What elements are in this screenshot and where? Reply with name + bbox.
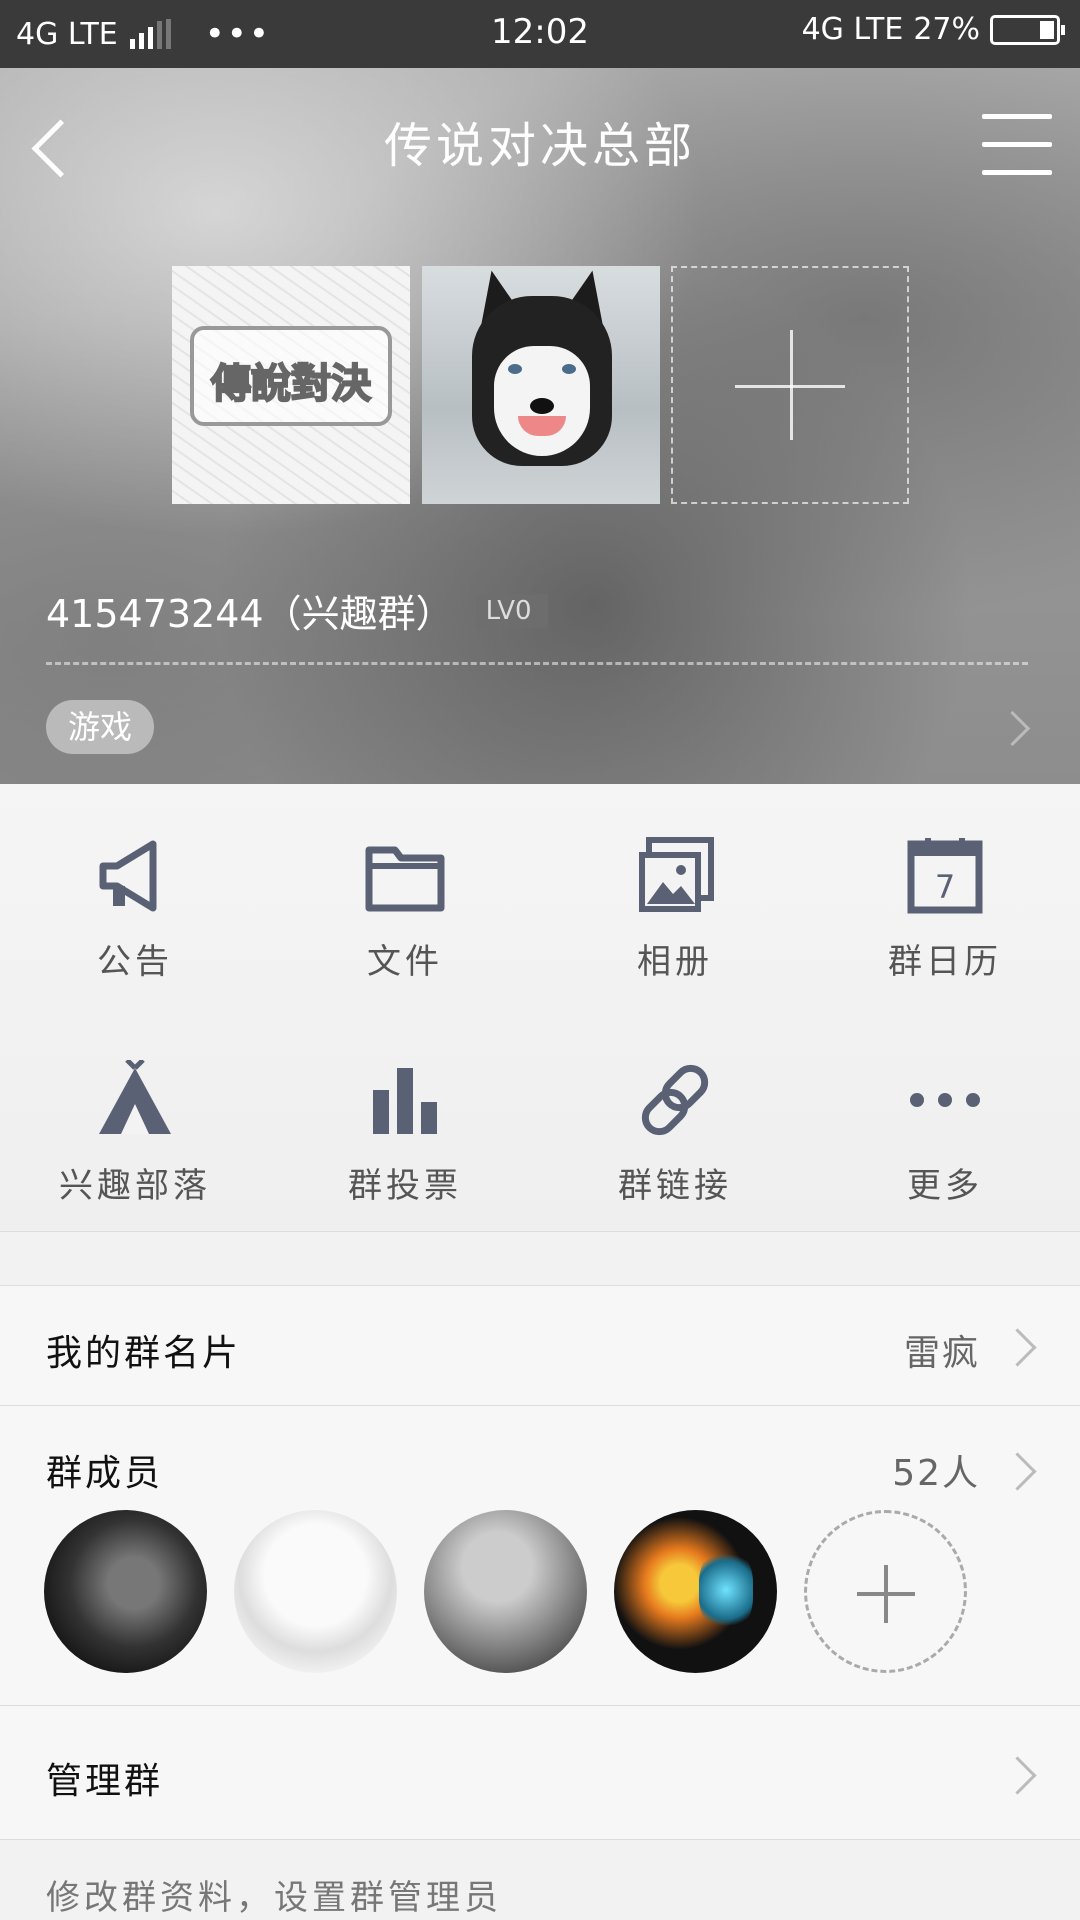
dog-eye-right <box>562 364 576 374</box>
section-gap <box>0 1232 1080 1286</box>
avatar[interactable] <box>424 1510 587 1673</box>
row-title: 管理群 <box>46 1761 164 1802</box>
chevron-right-icon <box>1000 1754 1040 1794</box>
folder-icon <box>365 846 445 912</box>
more-icon <box>910 1093 980 1107</box>
level-badge: LV0 <box>475 593 548 628</box>
photo-logo-text: 傳說對決 <box>210 359 372 408</box>
tent-icon <box>99 1060 171 1134</box>
grid-item-tribe[interactable]: 兴趣部落 <box>0 1008 270 1208</box>
grid-label: 更多 <box>907 1166 983 1206</box>
row-title: 我的群名片 <box>46 1333 242 1374</box>
link-icon <box>641 1064 709 1136</box>
row-manage[interactable]: 管理群 <box>0 1706 1080 1840</box>
page-title: 传说对决总部 <box>383 118 696 174</box>
bar-chart-icon <box>373 1068 437 1134</box>
grid-label: 相册 <box>637 942 713 982</box>
avatar[interactable] <box>44 1510 207 1673</box>
group-id-line: 415473244（兴趣群） LV0 <box>46 583 548 638</box>
grid-label: 群链接 <box>618 1166 732 1206</box>
grid-label: 兴趣部落 <box>59 1166 211 1206</box>
menu-button[interactable] <box>982 114 1052 176</box>
dashed-divider <box>46 662 1028 665</box>
avatar[interactable] <box>234 1510 397 1673</box>
group-photo-1[interactable]: 傳說對決 <box>172 266 410 504</box>
grid-label: 公告 <box>97 942 173 982</box>
album-icon <box>639 837 714 912</box>
battery-icon <box>990 14 1065 45</box>
megaphone-icon <box>99 840 157 912</box>
grid-label: 文件 <box>367 942 443 982</box>
dog-nose <box>530 398 554 414</box>
network-label-right: 4G LTE <box>801 12 904 47</box>
battery-percent: 27% <box>913 12 980 47</box>
grid-item-link[interactable]: 群链接 <box>540 1008 810 1208</box>
grid-item-album[interactable]: 相册 <box>540 784 810 984</box>
add-photo-button[interactable] <box>671 266 909 504</box>
row-my-card[interactable]: 我的群名片 雷疯 <box>0 1286 1080 1406</box>
category-tag[interactable]: 游戏 <box>46 700 155 754</box>
grid-label: 群投票 <box>348 1166 462 1206</box>
calendar-icon: 7 <box>907 838 983 914</box>
grid-item-files[interactable]: 文件 <box>270 784 540 984</box>
manage-hint: 修改群资料，设置群管理员 <box>46 1878 502 1918</box>
feature-grid: 公告 文件 相册 7 群日历 兴趣部落 群投票 群链接 更多 <box>0 784 1080 1232</box>
grid-item-vote[interactable]: 群投票 <box>270 1008 540 1208</box>
dog-eye-left <box>508 364 522 374</box>
member-count: 52人 <box>892 1453 980 1494</box>
status-right: 4G LTE 27% <box>801 12 1065 47</box>
row-title: 群成员 <box>46 1453 164 1494</box>
add-member-button[interactable] <box>804 1510 967 1673</box>
grid-item-announcement[interactable]: 公告 <box>0 784 270 984</box>
group-id: 415473244（兴趣群） <box>46 592 454 636</box>
avatar[interactable] <box>614 1510 777 1673</box>
calendar-day: 7 <box>935 868 955 906</box>
grid-item-calendar[interactable]: 7 群日历 <box>810 784 1080 984</box>
grid-item-more[interactable]: 更多 <box>810 1008 1080 1208</box>
grid-label: 群日历 <box>888 942 1002 982</box>
group-header: 传说对决总部 傳說對決 415473244（兴趣群） LV0 游戏 <box>0 68 1080 784</box>
chevron-right-icon[interactable] <box>994 708 1034 748</box>
chevron-right-icon <box>1000 1450 1040 1490</box>
status-bar: 4G LTE ••• 12:02 4G LTE 27% <box>0 0 1080 68</box>
row-value: 雷疯 <box>903 1333 980 1374</box>
group-photo-2[interactable] <box>422 266 660 504</box>
chevron-right-icon <box>1000 1326 1040 1366</box>
